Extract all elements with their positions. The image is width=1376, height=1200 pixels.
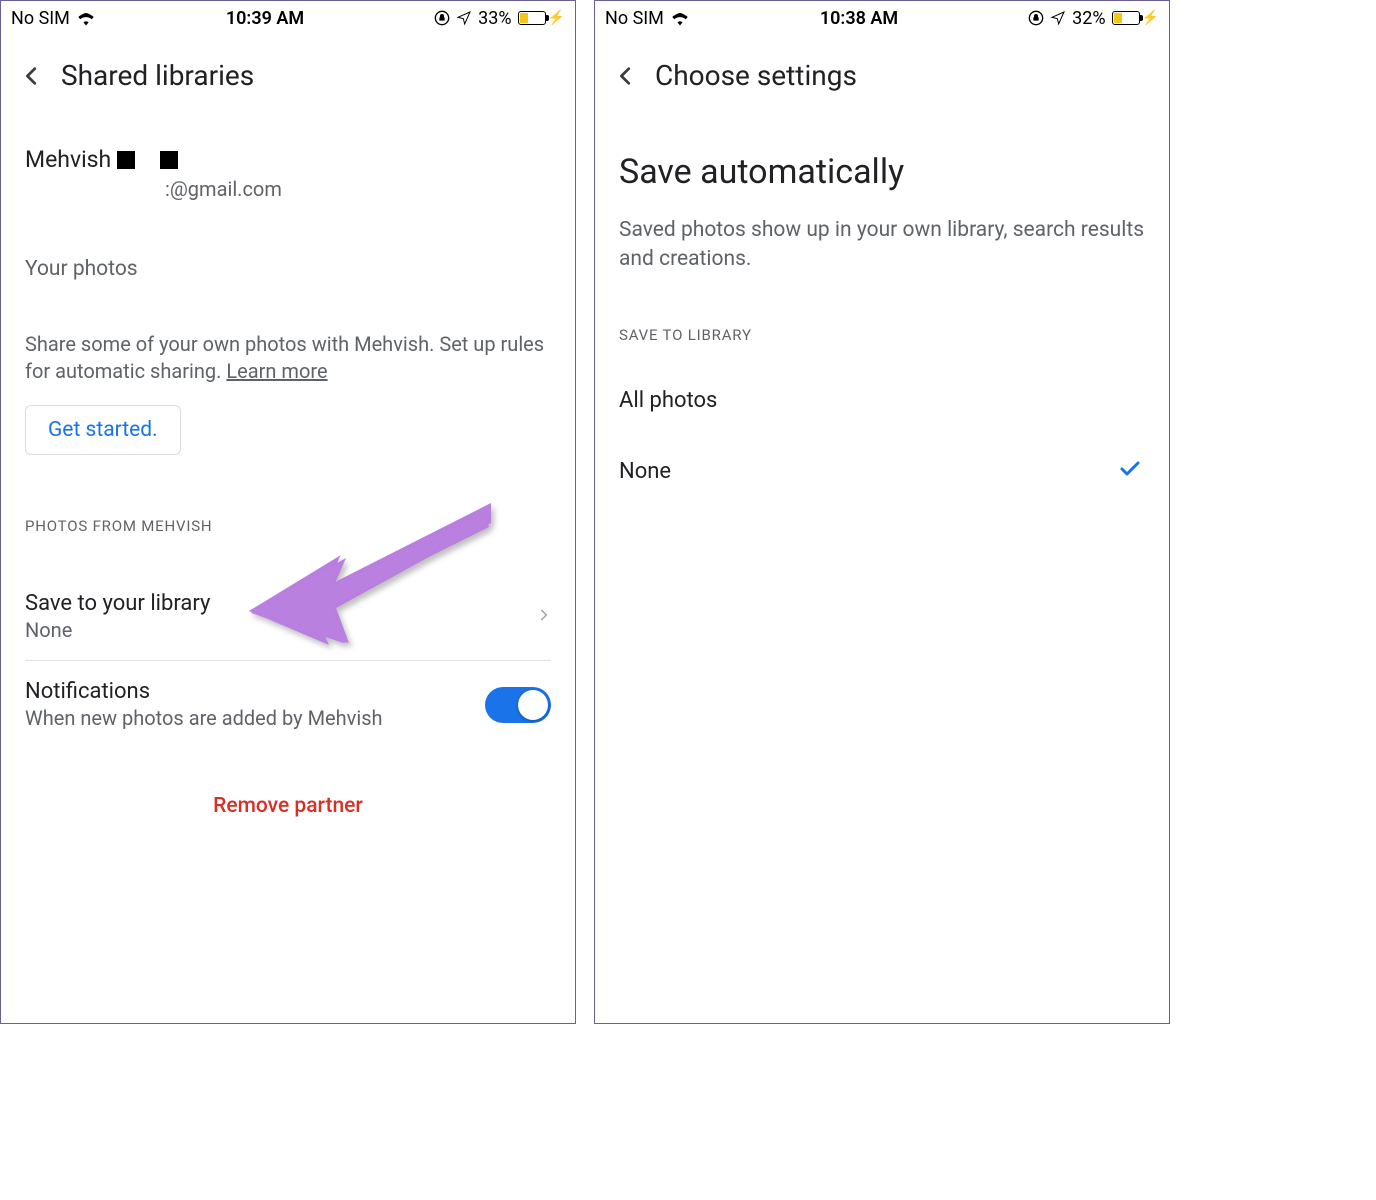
rotation-lock-icon xyxy=(434,10,450,26)
get-started-button[interactable]: Get started. xyxy=(25,405,181,455)
status-time: 10:38 AM xyxy=(820,8,898,29)
row-title: Save to your library xyxy=(25,591,210,616)
option-all-photos[interactable]: All photos xyxy=(619,366,1145,435)
remove-partner-button[interactable]: Remove partner xyxy=(25,794,551,818)
your-photos-label: Your photos xyxy=(25,257,551,281)
check-icon xyxy=(1115,457,1145,487)
option-label: None xyxy=(619,459,671,484)
row-value: None xyxy=(25,618,210,642)
location-icon xyxy=(1050,10,1066,26)
carrier-text: No SIM xyxy=(605,8,664,29)
wifi-icon xyxy=(670,10,690,26)
back-icon[interactable] xyxy=(21,65,43,87)
save-to-library-row[interactable]: Save to your library None xyxy=(25,573,551,660)
chevron-right-icon xyxy=(537,604,551,630)
redacted-block xyxy=(117,151,135,169)
location-icon xyxy=(456,10,472,26)
save-auto-title: Save automatically xyxy=(619,152,1145,192)
section-photos-from: PHOTOS FROM MEHVISH xyxy=(25,517,551,535)
rotation-lock-icon xyxy=(1028,10,1044,26)
row-sub: When new photos are added by Mehvish xyxy=(25,706,383,730)
notifications-toggle[interactable] xyxy=(485,687,551,723)
battery-pct: 33% xyxy=(478,8,511,29)
option-none[interactable]: None xyxy=(619,435,1145,509)
battery-icon: ⚡ xyxy=(1112,10,1159,26)
share-description: Share some of your own photos with Mehvi… xyxy=(25,331,551,385)
notifications-row: Notifications When new photos are added … xyxy=(25,661,551,748)
left-phone: No SIM 10:39 AM 33% ⚡ xyxy=(0,0,576,1024)
status-bar: No SIM 10:39 AM 33% ⚡ xyxy=(1,1,575,31)
redacted-block xyxy=(160,151,178,169)
page-header: Shared libraries xyxy=(1,31,575,102)
toggle-knob xyxy=(518,690,548,720)
partner-email: :@gmail.com xyxy=(165,177,551,201)
battery-pct: 32% xyxy=(1072,8,1105,29)
section-save-to-library: SAVE TO LIBRARY xyxy=(619,326,1145,344)
page-header: Choose settings xyxy=(595,31,1169,102)
option-label: All photos xyxy=(619,388,717,413)
back-icon[interactable] xyxy=(615,65,637,87)
status-time: 10:39 AM xyxy=(226,8,304,29)
page-title: Shared libraries xyxy=(61,59,254,92)
battery-icon: ⚡ xyxy=(518,10,565,26)
wifi-icon xyxy=(76,10,96,26)
save-auto-desc: Saved photos show up in your own library… xyxy=(619,216,1145,274)
carrier-text: No SIM xyxy=(11,8,70,29)
partner-name: Mehvish xyxy=(25,146,551,173)
learn-more-link[interactable]: Learn more xyxy=(226,359,327,383)
status-bar: No SIM 10:38 AM 32% ⚡ xyxy=(595,1,1169,31)
row-title: Notifications xyxy=(25,679,383,704)
page-title: Choose settings xyxy=(655,59,857,92)
right-phone: No SIM 10:38 AM 32% ⚡ xyxy=(594,0,1170,1024)
